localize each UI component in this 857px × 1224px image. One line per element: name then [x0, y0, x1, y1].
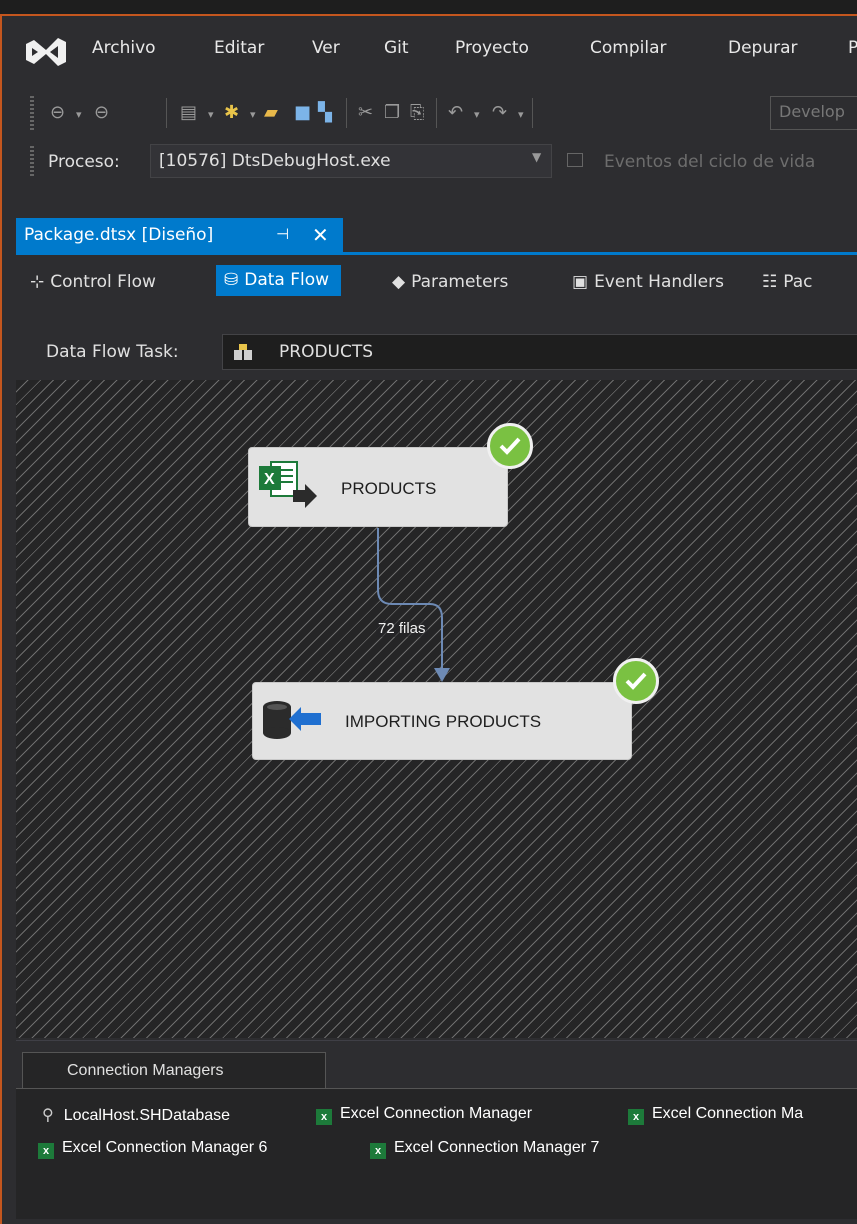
visual-studio-logo-icon[interactable] [24, 36, 68, 68]
tab-data-flow[interactable]: ⛁ Data Flow [216, 265, 342, 296]
tab-control-flow[interactable]: ⊹ Control Flow [30, 272, 156, 292]
redo-icon[interactable]: ↷ [492, 102, 507, 123]
menu-git[interactable]: Git [384, 38, 409, 58]
connection-manager-label: Excel Connection Manager [340, 1105, 533, 1122]
connection-manager-label: Excel Connection Manager 7 [394, 1139, 600, 1156]
undo-icon[interactable]: ↶ [448, 102, 463, 123]
open-folder-icon[interactable]: ▰ [264, 102, 278, 123]
process-dropdown[interactable]: [10576] DtsDebugHost.exe [150, 144, 552, 178]
svg-text:X: X [264, 471, 275, 488]
paste-icon[interactable]: ⎘ [410, 102, 424, 123]
save-icon[interactable]: ■ [294, 102, 311, 123]
parameters-icon: ◆ [392, 272, 406, 292]
connection-manager-item[interactable]: x Excel Connection Manager [316, 1105, 532, 1125]
component-label: IMPORTING PRODUCTS [345, 712, 542, 731]
connection-manager-item[interactable]: x Excel Connection Ma [628, 1105, 803, 1125]
products-source-component[interactable]: X PRODUCTS [248, 447, 508, 527]
solution-config-dropdown[interactable]: Develop [770, 96, 857, 130]
excel-connection-icon: x [38, 1143, 54, 1159]
connection-manager-label: Excel Connection Manager 6 [62, 1139, 268, 1156]
cut-icon[interactable]: ✂ [358, 102, 373, 123]
connection-manager-item[interactable]: x Excel Connection Manager 6 [38, 1139, 267, 1159]
close-icon[interactable]: ✕ [312, 223, 329, 247]
excel-connection-icon: x [628, 1109, 644, 1125]
toolbar-separator [346, 98, 347, 128]
undo-dropdown-icon[interactable]: ▾ [474, 108, 480, 121]
menu-proyecto[interactable]: Proyecto [455, 38, 529, 58]
tab-label: Data Flow [244, 270, 330, 290]
importing-products-destination-component[interactable]: IMPORTING PRODUCTS [252, 682, 632, 760]
add-item-dropdown-icon[interactable]: ▾ [250, 108, 256, 121]
excel-connection-icon: x [316, 1109, 332, 1125]
connection-manager-item[interactable]: x Excel Connection Manager 7 [370, 1139, 599, 1159]
tab-package-explorer[interactable]: ☷ Pac [762, 272, 813, 292]
connection-manager-label: LocalHost.SHDatabase [63, 1107, 231, 1124]
excel-source-icon: X [259, 461, 317, 508]
menu-compilar[interactable]: Compilar [590, 38, 666, 58]
data-flow-task-icon [234, 344, 252, 360]
menu-ver[interactable]: Ver [312, 38, 340, 58]
process-label: Proceso: [48, 152, 120, 172]
new-project-dropdown-icon[interactable]: ▾ [208, 108, 214, 121]
toolbar-separator [532, 98, 533, 128]
menu-editar[interactable]: Editar [214, 38, 264, 58]
success-check-icon [613, 658, 659, 704]
tab-title: Package.dtsx [Diseño] [24, 225, 214, 245]
tab-label: Parameters [411, 272, 509, 292]
copy-icon[interactable]: ❐ [384, 102, 400, 123]
back-icon[interactable]: ⊖ [50, 102, 65, 123]
data-path-label[interactable]: 72 filas [376, 620, 428, 637]
event-handlers-icon: ▣ [572, 272, 589, 292]
excel-connection-icon: x [370, 1143, 386, 1159]
lifecycle-events-icon [567, 153, 583, 167]
data-flow-icon: ⛁ [224, 270, 239, 290]
pin-icon[interactable]: ⊣ [276, 225, 289, 243]
connection-manager-item[interactable]: ⚲ LocalHost.SHDatabase [42, 1105, 230, 1125]
data-flow-task-label: Data Flow Task: [46, 342, 179, 362]
package-explorer-icon: ☷ [762, 272, 778, 292]
tab-label: Control Flow [50, 272, 156, 292]
tab-label: Pac [783, 272, 813, 292]
tab-connection-managers[interactable]: Connection Managers [22, 1052, 326, 1088]
success-check-icon [487, 423, 533, 469]
connection-manager-label: Excel Connection Ma [652, 1105, 804, 1122]
add-item-icon[interactable]: ✱ [224, 102, 239, 123]
new-project-icon[interactable]: ▤ [180, 102, 197, 123]
save-all-icon[interactable]: ▚ [318, 102, 332, 123]
tab-package-dtsx[interactable]: Package.dtsx [Diseño] [16, 218, 343, 254]
control-flow-icon: ⊹ [30, 272, 45, 292]
forward-icon[interactable]: ⊖ [94, 102, 109, 123]
back-dropdown-icon[interactable]: ▾ [76, 108, 82, 121]
component-label: PRODUCTS [341, 479, 437, 498]
tab-label: Event Handlers [594, 272, 724, 292]
menu-depurar[interactable]: Depurar [728, 38, 798, 58]
toolbar-separator [166, 98, 167, 128]
lifecycle-events-label: Eventos del ciclo de vida [604, 152, 816, 172]
toolbar-grip[interactable] [30, 96, 34, 130]
db-connection-icon: ⚲ [42, 1107, 54, 1124]
tab-event-handlers[interactable]: ▣ Event Handlers [572, 272, 724, 292]
title-strip [0, 0, 857, 14]
db-destination-icon [263, 701, 321, 739]
menu-more[interactable]: P [848, 38, 857, 58]
redo-dropdown-icon[interactable]: ▾ [518, 108, 524, 121]
data-flow-task-dropdown[interactable]: PRODUCTS [222, 334, 857, 370]
chevron-down-icon[interactable]: ▼ [532, 150, 541, 164]
tab-parameters[interactable]: ◆ Parameters [392, 272, 508, 292]
toolbar-separator [436, 98, 437, 128]
menu-archivo[interactable]: Archivo [92, 38, 156, 58]
debug-toolbar-grip[interactable] [30, 146, 34, 176]
